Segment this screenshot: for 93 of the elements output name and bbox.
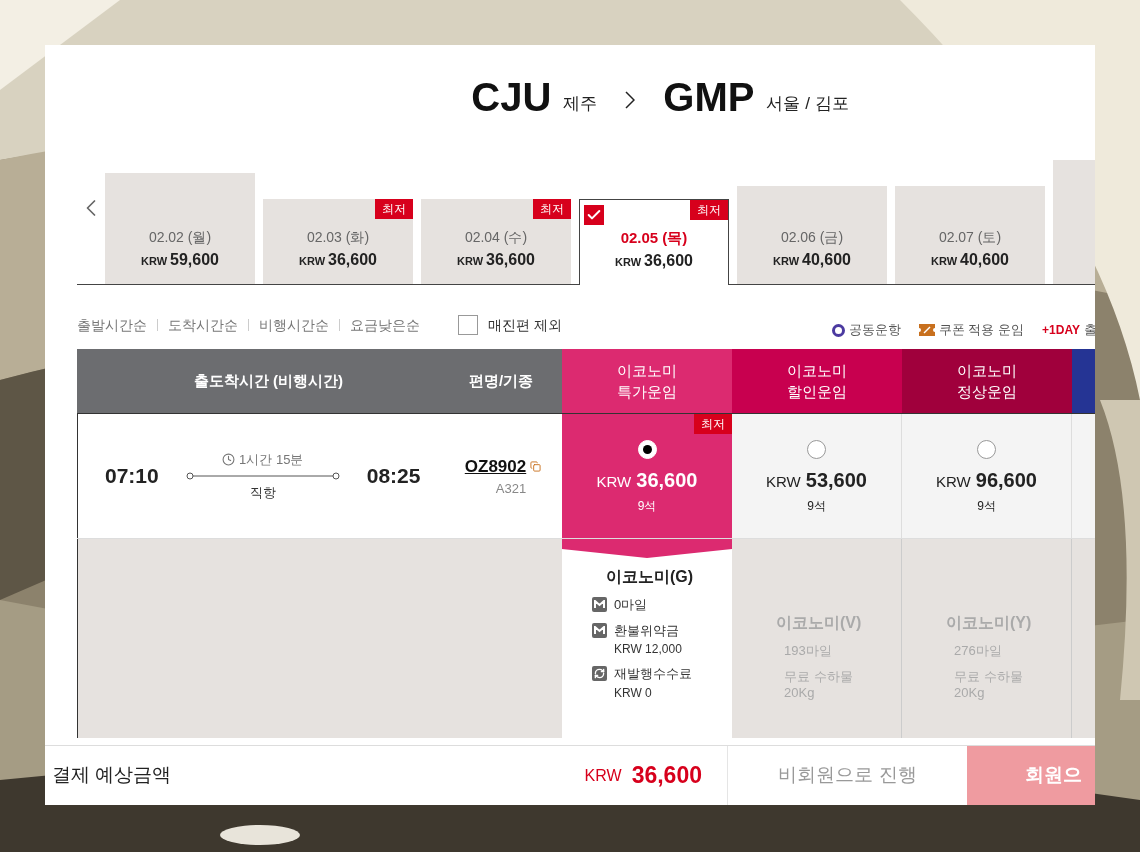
lowest-badge: 최저	[690, 200, 728, 220]
tab-price: 59,600	[170, 250, 219, 270]
aircraft-type: A321	[495, 480, 527, 498]
fare-header-line: 이코노미	[957, 361, 1017, 381]
fare-cell[interactable]: KRW 96,600 9석	[902, 414, 1072, 538]
date-tab[interactable]: 02.02 (월) KRW 59,600	[105, 173, 255, 284]
fare-condition: 0마일	[614, 596, 648, 614]
date-tab[interactable]: 최저 02.04 (수) KRW 36,600	[421, 199, 571, 284]
legend-label: 공동운항	[848, 321, 901, 340]
fare-condition: 무료 수하물	[784, 667, 853, 686]
fare-header-line: 이코노미	[787, 361, 847, 381]
flight-duration: 1시간 15분	[239, 450, 304, 469]
fare-header-line: 정상운임	[957, 382, 1017, 402]
next-day-tag: +1DAY	[1042, 321, 1080, 339]
fare-radio[interactable]	[807, 440, 826, 459]
clock-icon	[222, 452, 236, 466]
origin-code: CJU	[471, 77, 552, 117]
fare-price: 36,600	[636, 468, 698, 493]
fare-header-line: 할인운임	[787, 382, 847, 402]
mileage-icon	[592, 597, 607, 612]
destination-code: GMP	[663, 77, 755, 117]
lowest-badge: 최저	[694, 414, 732, 434]
tab-currency: KRW	[931, 254, 958, 269]
departure-time: 07:10	[105, 463, 159, 490]
fare-cell[interactable]: KRW 53,600 9석	[732, 414, 902, 538]
fare-radio[interactable]	[977, 440, 996, 459]
fare-condition: 276마일	[954, 642, 1002, 660]
seats-left: 9석	[637, 498, 657, 515]
fare-condition-value: KRW 0	[614, 684, 653, 702]
tab-date: 02.04 (수)	[464, 228, 528, 247]
date-tab[interactable]: 최저 02.03 (화) KRW 36,600	[263, 199, 413, 284]
sort-option[interactable]: 요금낮은순	[350, 314, 420, 336]
tab-price: 40,600	[960, 250, 1009, 270]
fare-header-line: 특가운임	[617, 382, 677, 402]
fare-condition: 환불위약금	[614, 621, 680, 640]
origin-city: 제주	[563, 92, 598, 115]
tab-currency: KRW	[773, 254, 800, 269]
tab-currency: KRW	[141, 254, 168, 269]
fare-price: 53,600	[805, 468, 867, 493]
stops-label: 직항	[249, 484, 276, 502]
lowest-badge: 최저	[375, 199, 413, 219]
sort-option[interactable]: 출발시간순	[77, 314, 147, 336]
sort-option[interactable]: 비행시간순	[259, 314, 329, 336]
selected-check-icon	[584, 205, 604, 225]
tab-currency: KRW	[615, 255, 642, 270]
seats-left: 9석	[977, 498, 996, 515]
fare-class: 이코노미(Y)	[946, 613, 1032, 633]
fare-header-line: 이코노미	[617, 361, 677, 381]
arrival-time: 08:25	[366, 463, 421, 490]
exclude-sold-out-label[interactable]: 매진편 제외	[488, 314, 562, 336]
fare-currency: KRW	[596, 472, 632, 492]
destination-city: 서울 / 김포	[766, 92, 849, 115]
total-price: 36,600	[631, 761, 702, 791]
total-currency: KRW	[584, 765, 622, 786]
flight-number-link[interactable]: OZ8902	[464, 453, 527, 479]
tab-currency: KRW	[457, 254, 484, 269]
tab-date: 02.02 (월)	[148, 228, 212, 247]
reissue-icon	[592, 666, 607, 681]
codeshare-ring-icon	[831, 323, 845, 337]
seats-left: 9석	[807, 498, 826, 515]
tab-date: 02.03 (화)	[306, 228, 370, 247]
date-tab[interactable]: 02.06 (금) KRW 40,600	[737, 186, 887, 284]
fare-condition: 재발행수수료	[614, 665, 692, 683]
mileage-icon	[592, 622, 607, 638]
exclude-sold-out-checkbox[interactable]	[458, 315, 478, 335]
total-label: 결제 예상금액	[52, 763, 172, 788]
fare-price: 96,600	[975, 468, 1037, 493]
column-header: 출도착시간 (비행시간)	[77, 349, 430, 413]
tab-currency: KRW	[299, 254, 326, 269]
tab-date: 02.07 (토)	[938, 228, 1002, 247]
lowest-badge: 최저	[533, 199, 571, 219]
column-header: 편명/기종	[430, 349, 562, 413]
fare-class: 이코노미(G)	[606, 567, 694, 587]
tab-date: 02.06 (금)	[780, 228, 844, 247]
fare-currency: KRW	[766, 472, 801, 492]
fare-condition-value: KRW 12,000	[614, 641, 682, 658]
tab-price: 36,600	[328, 250, 377, 270]
sort-option[interactable]: 도착시간순	[168, 314, 238, 336]
tab-price: 40,600	[802, 250, 851, 270]
fare-condition-value: 20Kg	[954, 686, 986, 700]
fare-class: 이코노미(V)	[776, 613, 862, 633]
fare-condition: 193마일	[784, 642, 832, 660]
coupon-icon	[918, 324, 935, 336]
fare-currency: KRW	[936, 472, 971, 492]
date-tab[interactable]: 02.07 (토) KRW 40,600	[895, 186, 1045, 284]
legend-label: 쿠폰 적용 운임	[938, 321, 1025, 340]
date-tab[interactable]: 최저 02.05 (목) KRW 36,600	[579, 199, 729, 285]
tab-price: 36,600	[644, 251, 693, 271]
fare-condition: 무료 수하물	[954, 667, 1023, 686]
fare-condition-value: 20Kg	[784, 686, 816, 700]
copy-icon[interactable]	[530, 460, 542, 472]
tab-date: 02.05 (목)	[620, 227, 688, 248]
tab-price: 36,600	[486, 250, 535, 270]
